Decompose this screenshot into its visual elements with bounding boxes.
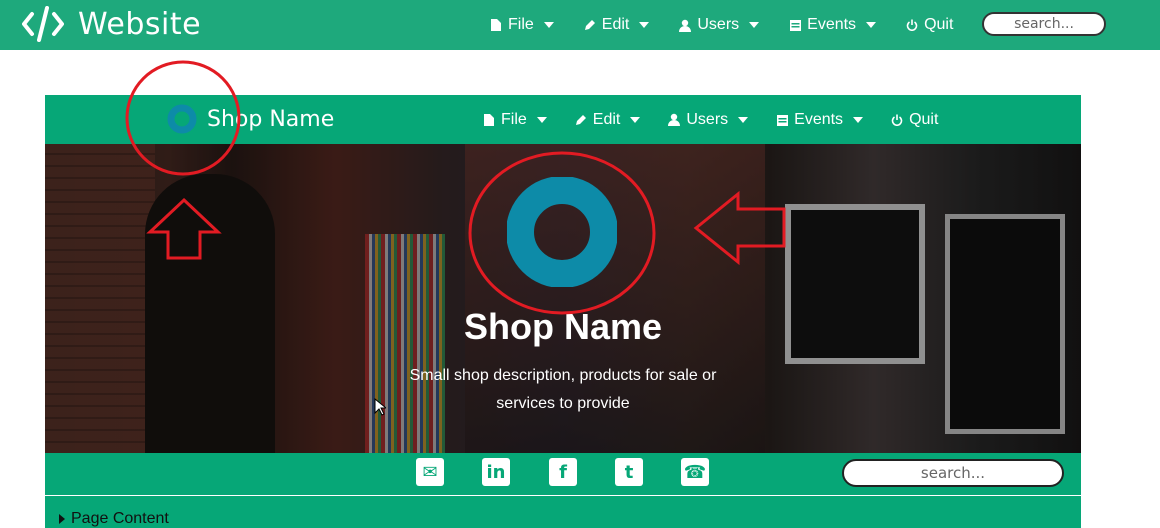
power-icon	[906, 18, 918, 32]
menu-edit[interactable]: Edit	[584, 16, 650, 34]
menu-events[interactable]: Events	[789, 16, 877, 34]
chevron-down-icon	[536, 116, 547, 123]
triangle-right-icon	[59, 514, 65, 524]
app-header: Website File Edit Users Events Quit	[0, 0, 1160, 50]
code-icon	[22, 6, 64, 42]
preview-menu: File Edit Users Events Quit	[483, 95, 966, 144]
social-bar: ✉ in f t ☎	[45, 453, 1081, 495]
pencil-icon	[575, 113, 587, 127]
file-icon	[483, 113, 495, 127]
preview-search-input[interactable]	[842, 459, 1064, 487]
menu-events-label: Events	[807, 16, 857, 33]
app-menu: File Edit Users Events Quit	[490, 0, 983, 50]
menu-users[interactable]: Users	[679, 16, 760, 34]
chevron-down-icon	[738, 116, 749, 123]
hero-banner: Shop Name Small shop description, produc…	[45, 144, 1081, 453]
hero-title: Shop Name	[463, 306, 663, 347]
calendar-icon	[776, 113, 788, 127]
chevron-down-icon	[749, 22, 760, 28]
preview-menu-quit[interactable]: Quit	[891, 111, 938, 129]
search-input[interactable]	[982, 12, 1106, 36]
user-icon	[679, 18, 692, 32]
menu-users-label: Users	[697, 16, 740, 33]
app-brand[interactable]: Website	[22, 6, 201, 42]
preview-brand[interactable]: Shop Name	[207, 107, 334, 132]
preview-menu-quit-label: Quit	[909, 110, 939, 128]
calendar-icon	[789, 18, 801, 32]
chevron-down-icon	[639, 22, 650, 28]
shop-logo-icon[interactable]	[167, 104, 197, 139]
email-icon[interactable]: ✉	[416, 458, 444, 486]
hero-description: Small shop description, products for sal…	[409, 367, 717, 412]
app-title: Website	[78, 6, 202, 42]
file-icon	[490, 18, 502, 32]
preview-navbar: Shop Name File Edit Users Events Quit	[45, 95, 1081, 144]
preview-menu-events-label: Events	[794, 110, 844, 128]
menu-quit-label: Quit	[924, 16, 954, 33]
page-content-bar: Page Content	[45, 496, 1081, 528]
site-preview: Shop Name File Edit Users Events Quit Sh…	[45, 95, 1081, 528]
page-content-label: Page Content	[71, 510, 169, 527]
chevron-down-icon	[853, 116, 864, 123]
facebook-icon[interactable]: f	[549, 458, 577, 486]
menu-quit[interactable]: Quit	[906, 16, 953, 34]
power-icon	[891, 113, 903, 127]
user-icon	[668, 113, 681, 127]
preview-menu-file[interactable]: File	[483, 111, 547, 129]
chevron-down-icon	[543, 22, 554, 28]
preview-menu-users-label: Users	[686, 110, 729, 128]
chevron-down-icon	[866, 22, 877, 28]
twitter-icon[interactable]: t	[615, 458, 643, 486]
menu-edit-label: Edit	[601, 16, 630, 33]
menu-file[interactable]: File	[490, 16, 554, 34]
preview-menu-edit[interactable]: Edit	[575, 111, 641, 129]
linkedin-icon[interactable]: in	[482, 458, 510, 486]
page-content-toggle[interactable]: Page Content	[59, 510, 169, 528]
chevron-down-icon	[630, 116, 641, 123]
phone-icon[interactable]: ☎	[681, 458, 709, 486]
hero-logo-icon	[506, 176, 618, 292]
menu-file-label: File	[508, 16, 534, 33]
pencil-icon	[584, 18, 596, 32]
preview-menu-users[interactable]: Users	[668, 110, 749, 129]
preview-menu-file-label: File	[501, 110, 527, 128]
preview-menu-events[interactable]: Events	[776, 110, 864, 129]
preview-menu-edit-label: Edit	[592, 110, 621, 128]
